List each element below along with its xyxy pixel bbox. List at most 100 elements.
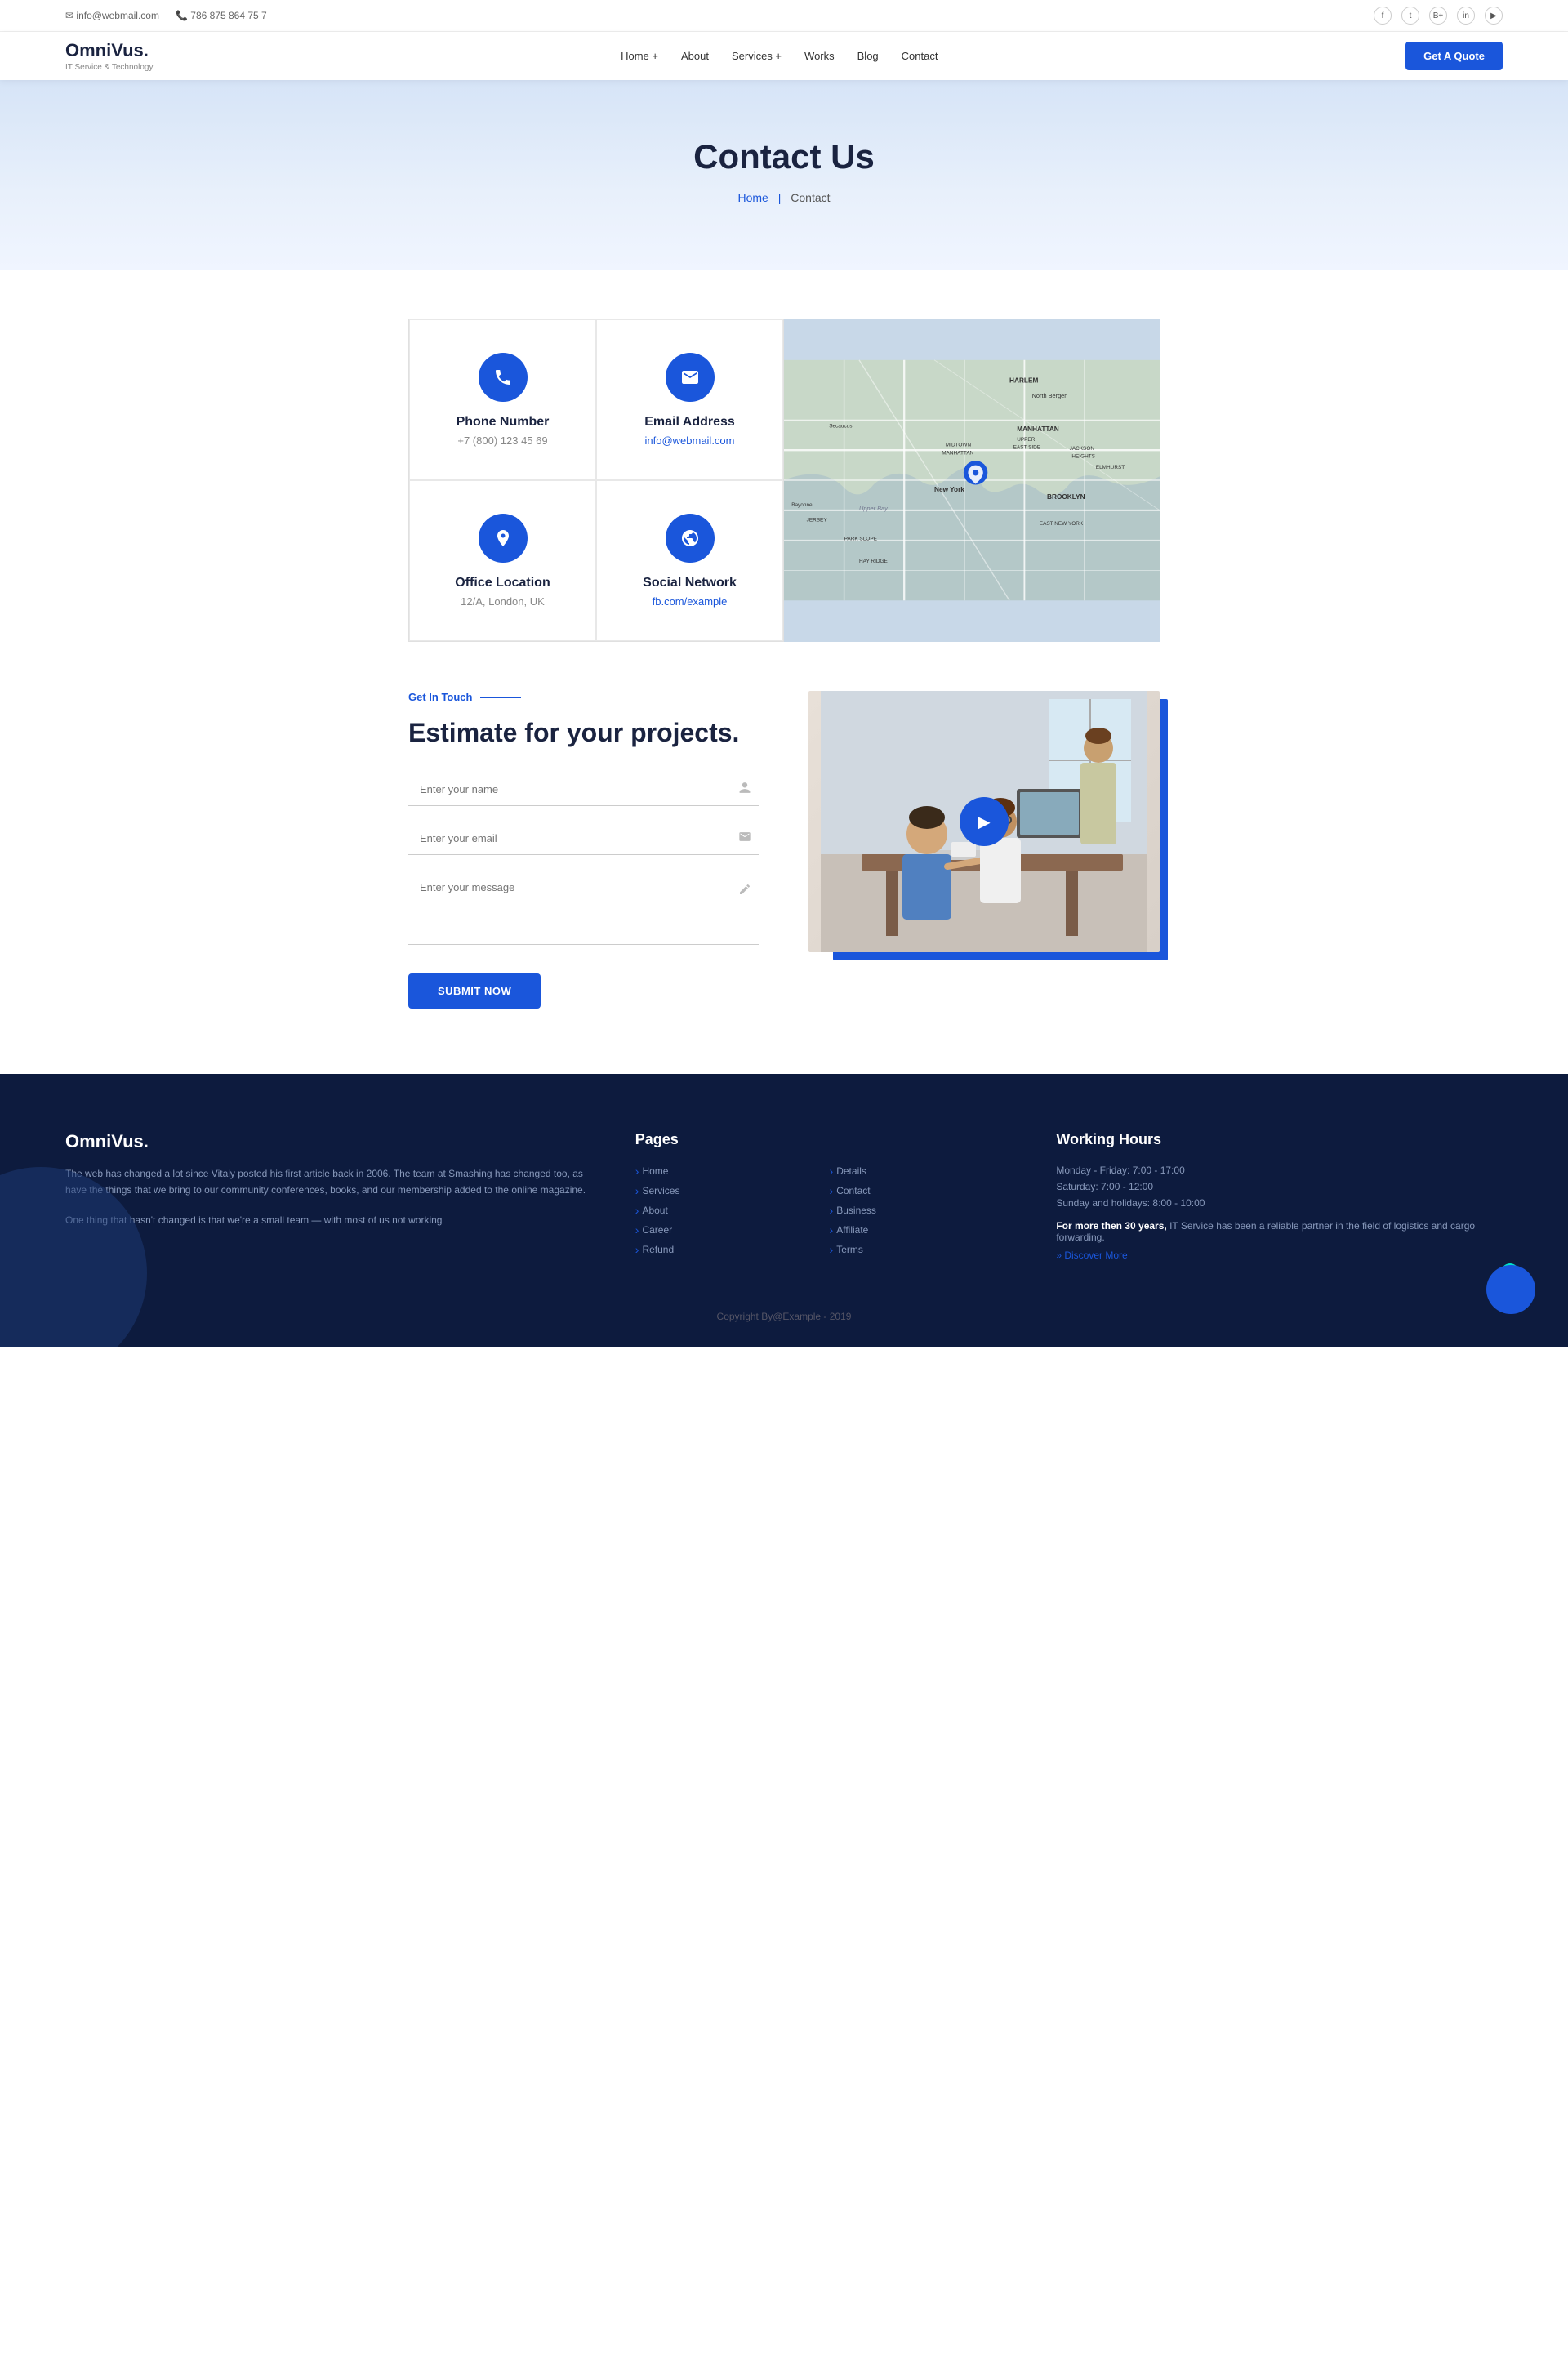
social-card-link[interactable]: fb.com/example: [653, 595, 728, 608]
nav-home[interactable]: Home +: [621, 50, 658, 62]
wh-item-1: Monday - Friday: 7:00 - 17:00: [1056, 1165, 1503, 1176]
hero-title: Contact Us: [16, 137, 1552, 176]
footer-link-terms[interactable]: Terms: [830, 1243, 1008, 1256]
email-card-link[interactable]: info@webmail.com: [644, 434, 734, 447]
footer-link-about[interactable]: About: [635, 1204, 813, 1217]
svg-text:North Bergen: North Bergen: [1032, 392, 1068, 399]
svg-text:MANHATTAN: MANHATTAN: [942, 451, 973, 457]
get-in-touch-section: Get In Touch Estimate for your projects.…: [392, 691, 1176, 1025]
wh-item-3: Sunday and holidays: 8:00 - 10:00: [1056, 1197, 1503, 1209]
svg-text:MIDTOWN: MIDTOWN: [946, 443, 972, 448]
email-field-wrap: [408, 822, 760, 855]
twitter-icon[interactable]: t: [1401, 7, 1419, 25]
footer-hours-title: Working Hours: [1056, 1131, 1503, 1148]
social-circle-icon: [666, 514, 715, 563]
youtube-icon[interactable]: ▶: [1485, 7, 1503, 25]
svg-text:BROOKLYN: BROOKLYN: [1047, 493, 1085, 501]
svg-text:ELMHURST: ELMHURST: [1096, 465, 1125, 470]
location-card-title: Office Location: [455, 576, 550, 590]
play-button[interactable]: ▶: [960, 797, 1009, 846]
svg-text:JACKSON: JACKSON: [1070, 446, 1095, 452]
nav-blog[interactable]: Blog: [858, 50, 879, 62]
discover-more-link[interactable]: » Discover More: [1056, 1250, 1503, 1261]
contact-info-wrapper: Phone Number +7 (800) 123 45 69 Email Ad…: [392, 319, 1176, 642]
navbar: OmniVus. IT Service & Technology Home + …: [0, 32, 1568, 80]
phone-info: 📞 786 875 864 75 7: [176, 10, 267, 21]
svg-text:Secaucus: Secaucus: [829, 424, 852, 430]
footer-link-services[interactable]: Services: [635, 1184, 813, 1197]
image-side: ▶: [808, 691, 1160, 1009]
location-card-value: 12/A, London, UK: [461, 595, 545, 608]
linkedin-icon[interactable]: in: [1457, 7, 1475, 25]
contact-cards-grid: Phone Number +7 (800) 123 45 69 Email Ad…: [408, 319, 784, 642]
location-circle-icon: [479, 514, 528, 563]
message-input[interactable]: [408, 871, 760, 945]
footer-link-contact[interactable]: Contact: [830, 1184, 1008, 1197]
copyright-text: Copyright By@Example - 2019: [717, 1311, 852, 1322]
breadcrumb-current: Contact: [791, 191, 830, 204]
footer-link-career[interactable]: Career: [635, 1223, 813, 1236]
footer-brand-col: OmniVus. The web has changed a lot since…: [65, 1131, 586, 1261]
footer-grid: OmniVus. The web has changed a lot since…: [65, 1131, 1503, 1261]
name-field-wrap: [408, 773, 760, 806]
hero-section: Contact Us Home | Contact: [0, 80, 1568, 270]
svg-text:MANHATTAN: MANHATTAN: [1017, 425, 1059, 433]
footer-bottom: Copyright By@Example - 2019: [65, 1294, 1503, 1322]
section-title: Estimate for your projects.: [408, 716, 760, 749]
nav-services[interactable]: Services +: [732, 50, 782, 62]
section-tag: Get In Touch: [408, 691, 760, 703]
location-card: Office Location 12/A, London, UK: [409, 480, 596, 641]
social-links: f t B+ in ▶: [1374, 7, 1503, 25]
svg-text:HAY RIDGE: HAY RIDGE: [859, 559, 889, 564]
name-input[interactable]: [408, 773, 760, 806]
person-icon: [738, 782, 751, 799]
svg-text:Bayonne: Bayonne: [791, 502, 813, 508]
email-circle-icon: [666, 353, 715, 402]
footer-circle-blue: [1486, 1265, 1535, 1314]
nav-about[interactable]: About: [681, 50, 709, 62]
team-image: ▶: [808, 691, 1160, 952]
message-field-wrap: [408, 871, 760, 949]
breadcrumb-home[interactable]: Home: [737, 191, 768, 204]
email-card-title: Email Address: [644, 415, 735, 430]
email-info: ✉ info@webmail.com: [65, 10, 159, 21]
submit-button[interactable]: Submit Now: [408, 973, 541, 1009]
phone-circle-icon: [479, 353, 528, 402]
footer-hours-col: Working Hours Monday - Friday: 7:00 - 17…: [1056, 1131, 1503, 1261]
footer-pages-title: Pages: [635, 1131, 1008, 1148]
social-card-value: fb.com/example: [653, 595, 728, 608]
get-quote-button[interactable]: Get A Quote: [1405, 42, 1503, 70]
svg-text:HEIGHTS: HEIGHTS: [1071, 453, 1095, 459]
top-bar: ✉ info@webmail.com 📞 786 875 864 75 7 f …: [0, 0, 1568, 32]
nav-links: Home + About Services + Works Blog Conta…: [621, 50, 938, 62]
nav-contact[interactable]: Contact: [902, 50, 938, 62]
svg-text:UPPER: UPPER: [1017, 437, 1036, 443]
email-field-icon: [738, 831, 751, 848]
nav-works[interactable]: Works: [804, 50, 835, 62]
top-bar-left: ✉ info@webmail.com 📞 786 875 864 75 7: [65, 10, 267, 21]
footer-link-affiliate[interactable]: Affiliate: [830, 1223, 1008, 1236]
svg-text:EAST SIDE: EAST SIDE: [1013, 444, 1041, 450]
email-card: Email Address info@webmail.com: [596, 319, 783, 480]
footer-desc-1: The web has changed a lot since Vitaly p…: [65, 1165, 586, 1199]
svg-text:Upper Bay: Upper Bay: [859, 505, 889, 512]
footer-link-details[interactable]: Details: [830, 1165, 1008, 1178]
email-input[interactable]: [408, 822, 760, 855]
email-icon: ✉: [65, 10, 74, 21]
logo[interactable]: OmniVus. IT Service & Technology: [65, 40, 153, 72]
phone-card-value: +7 (800) 123 45 69: [457, 434, 547, 447]
footer-link-home[interactable]: Home: [635, 1165, 813, 1178]
facebook-icon[interactable]: f: [1374, 7, 1392, 25]
message-icon: [738, 883, 751, 900]
svg-text:HARLEM: HARLEM: [1009, 376, 1038, 384]
footer-desc-2: One thing that hasn't changed is that we…: [65, 1212, 586, 1228]
svg-text:EAST NEW YORK: EAST NEW YORK: [1040, 521, 1084, 527]
form-side: Get In Touch Estimate for your projects.…: [408, 691, 760, 1009]
behance-icon[interactable]: B+: [1429, 7, 1447, 25]
footer-link-refund[interactable]: Refund: [635, 1243, 813, 1256]
email-link[interactable]: info@webmail.com: [76, 10, 159, 21]
svg-text:New York: New York: [934, 486, 964, 493]
social-card-title: Social Network: [643, 576, 737, 590]
svg-text:PARK SLOPE: PARK SLOPE: [844, 537, 878, 542]
footer-link-business[interactable]: Business: [830, 1204, 1008, 1217]
